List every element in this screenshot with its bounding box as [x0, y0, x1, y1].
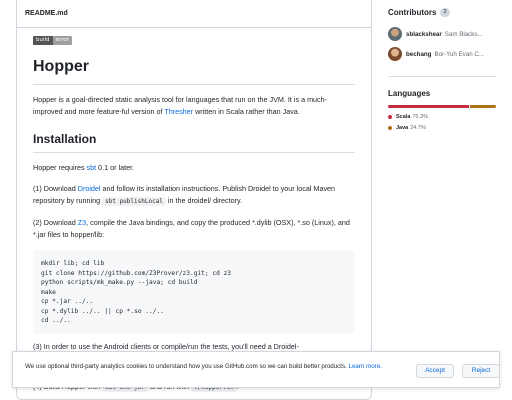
repo-sidebar: Contributors 2 sblackshear Sam Blacks...… [388, 0, 496, 131]
sbt-link[interactable]: sbt [87, 163, 97, 172]
intro-text-end: written in Scala rather than Java. [193, 107, 300, 116]
language-bar-segment-java [469, 105, 496, 108]
installation-heading: Installation [33, 132, 355, 153]
languages-heading: Languages [388, 89, 431, 98]
learn-more-link[interactable]: Learn more. [349, 363, 382, 370]
contributor-item[interactable]: bechang Bor-Yuh Evan C... [388, 47, 496, 61]
contributor-item[interactable]: sblackshear Sam Blacks... [388, 27, 496, 41]
contributor-name: Bor-Yuh Evan C... [434, 50, 484, 58]
contributors-count-badge: 2 [440, 8, 450, 17]
step2-paragraph: (2) Download Z3, compile the Java bindin… [33, 217, 355, 241]
language-color-dot [388, 115, 392, 119]
install-code-block: mkdir lib; cd lib git clone https://githu… [33, 250, 355, 334]
badge-status: error [52, 36, 72, 45]
step1-text: (1) Download [33, 184, 78, 193]
contributor-name: Sam Blacks... [444, 30, 483, 38]
readme-filename: README.md [17, 0, 371, 28]
step1-paragraph: (1) Download Droidel and follow its inst… [33, 183, 355, 208]
readme-panel: README.md build error Hopper Hopper is a… [16, 0, 372, 400]
contributors-title: Contributors [388, 8, 437, 17]
droidel-link[interactable]: Droidel [78, 184, 101, 193]
language-item-scala[interactable]: Scala 75.3% [388, 114, 496, 120]
cookie-consent-banner: We use optional third-party analytics co… [12, 351, 500, 388]
language-item-java[interactable]: Java 24.7% [388, 125, 496, 131]
intro-paragraph: Hopper is a goal-directed static analysi… [33, 94, 355, 118]
reject-button[interactable]: Reject [462, 364, 500, 378]
sidebar-divider [388, 76, 496, 77]
build-status-badge[interactable]: build error [33, 36, 72, 45]
accept-button[interactable]: Accept [416, 364, 454, 378]
code-line: mkdir lib; cd lib [41, 260, 105, 267]
language-percent: 24.7% [410, 125, 426, 131]
code-line: cp *.jar ../.. [41, 298, 94, 305]
language-color-dot [388, 126, 392, 130]
code-line: python scripts/mk_make.py --java; cd bui… [41, 279, 198, 286]
language-name: Scala [396, 114, 411, 120]
readme-title: Hopper [33, 58, 355, 85]
step1-text-end: in the droidel/ directory. [165, 196, 243, 205]
cookie-message: We use optional third-party analytics co… [25, 362, 385, 372]
contributor-login[interactable]: bechang [406, 51, 431, 58]
step2-text: (2) Download [33, 218, 78, 227]
code-line: make [41, 288, 56, 296]
language-percent: 75.3% [412, 114, 428, 120]
badge-label: build [33, 36, 53, 45]
thresher-link[interactable]: Thresher [164, 107, 193, 116]
requires-paragraph: Hopper requires sbt 0.1 or later. [33, 162, 355, 174]
language-bar-segment-scala [388, 105, 469, 108]
languages-bar [388, 105, 496, 108]
avatar[interactable] [388, 27, 402, 41]
cookie-text: We use optional third-party analytics co… [25, 363, 349, 370]
contributors-heading[interactable]: Contributors 2 [388, 8, 496, 17]
requires-text-end: 0.1 or later. [96, 163, 135, 172]
code-line: cd ../.. [41, 317, 71, 324]
language-name: Java [396, 125, 409, 131]
requires-text: Hopper requires [33, 163, 87, 172]
code-line: git clone https://github.com/Z3Prover/z3… [41, 269, 231, 277]
contributor-login[interactable]: sblackshear [406, 31, 442, 38]
avatar[interactable] [388, 47, 402, 61]
code-line: cp *.dylib ../.. || cp *.so ../.. [41, 307, 164, 315]
z3-link[interactable]: Z3 [78, 218, 86, 227]
readme-content: build error Hopper Hopper is a goal-dire… [17, 28, 371, 394]
publish-local-code: sbt publishLocal [102, 197, 166, 206]
